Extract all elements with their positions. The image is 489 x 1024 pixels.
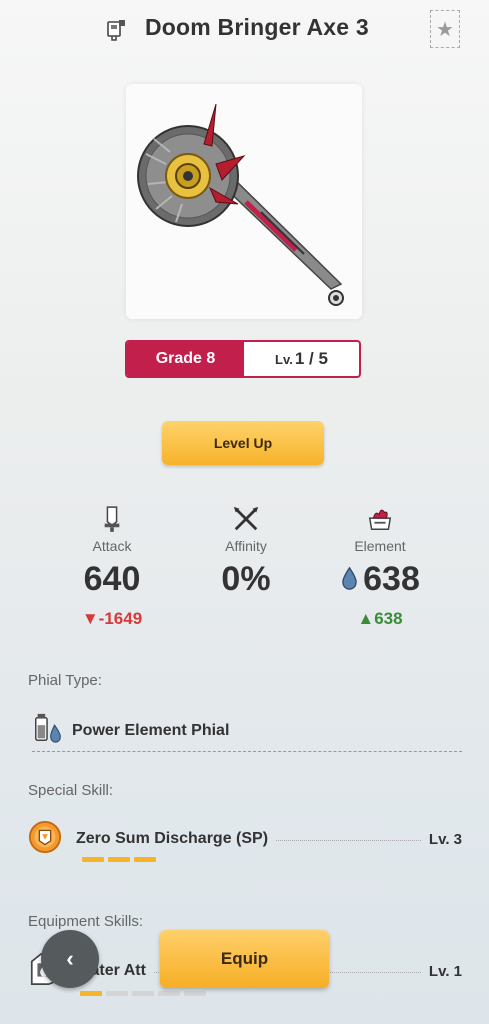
stat-value: 640 [83, 560, 141, 598]
equipment-skill-level: Lv. 1 [428, 962, 462, 980]
stat-value: 0% [221, 560, 271, 598]
crossed-blades-icon [176, 504, 316, 534]
stat-label: Attack [92, 538, 132, 554]
level-up-button[interactable]: Level Up [162, 421, 324, 465]
level-pip-filled [80, 991, 102, 996]
special-skill-row[interactable]: Zero Sum Discharge (SP) Lv. 3 [28, 820, 462, 859]
page-title: Doom Bringer Axe 3 [145, 14, 369, 40]
equipment-skills-section-label: Equipment Skills: [28, 913, 144, 930]
stat-delta: ▼-1649 [81, 609, 143, 628]
stat-value: 638 [363, 560, 420, 598]
star-icon: ★ [436, 18, 454, 41]
level-pip-empty [132, 991, 154, 996]
stat-attack: Attack 640 ▼-1649 [42, 504, 182, 629]
charge-blade-icon [104, 16, 130, 42]
grade-badge: Grade 8 [127, 342, 244, 376]
level-pip-filled [82, 857, 104, 862]
phial-section-label: Phial Type: [28, 672, 102, 689]
leader-line [276, 839, 421, 841]
level-indicator: Lv. 1 / 5 [244, 342, 359, 376]
charge-blade-axe-image [137, 103, 344, 306]
back-button[interactable]: ‹ [41, 930, 99, 988]
stat-delta-value: 638 [374, 609, 403, 628]
flame-shield-icon [310, 504, 450, 534]
phial-water-icon [32, 712, 64, 749]
level-pip-empty [158, 991, 180, 996]
special-skill-level-pips [82, 857, 156, 862]
equip-button[interactable]: Equip [160, 930, 329, 988]
special-skill-level: Lv. 3 [428, 830, 462, 848]
stat-element: Element 638 ▲638 [310, 504, 450, 629]
special-skill-name: Zero Sum Discharge (SP) [76, 830, 269, 847]
phial-name: Power Element Phial [72, 721, 230, 739]
favorite-button[interactable]: ★ [430, 10, 460, 48]
sword-icon [42, 504, 182, 534]
stat-delta: ▲638 [357, 609, 403, 628]
stat-delta-value: -1649 [98, 609, 143, 628]
water-drop-icon [340, 560, 359, 599]
level-value: 1 / 5 [294, 349, 328, 368]
level-pip-filled [108, 857, 130, 862]
stat-label: Element [354, 538, 406, 554]
stat-affinity: Affinity 0% [176, 504, 316, 599]
stat-label: Affinity [225, 538, 267, 554]
equipment-skill-level-pips [80, 991, 206, 996]
grade-level-pill: Grade 8 Lv. 1 / 5 [125, 340, 361, 378]
weapon-image [126, 84, 362, 319]
special-skill-section-label: Special Skill: [28, 782, 114, 799]
level-pip-empty [184, 991, 206, 996]
chevron-left-icon: ‹ [66, 946, 74, 971]
level-prefix: Lv. [275, 351, 293, 367]
special-skill-icon [28, 820, 62, 859]
phial-row: Power Element Phial [32, 710, 462, 752]
level-pip-filled [134, 857, 156, 862]
level-pip-empty [106, 991, 128, 996]
